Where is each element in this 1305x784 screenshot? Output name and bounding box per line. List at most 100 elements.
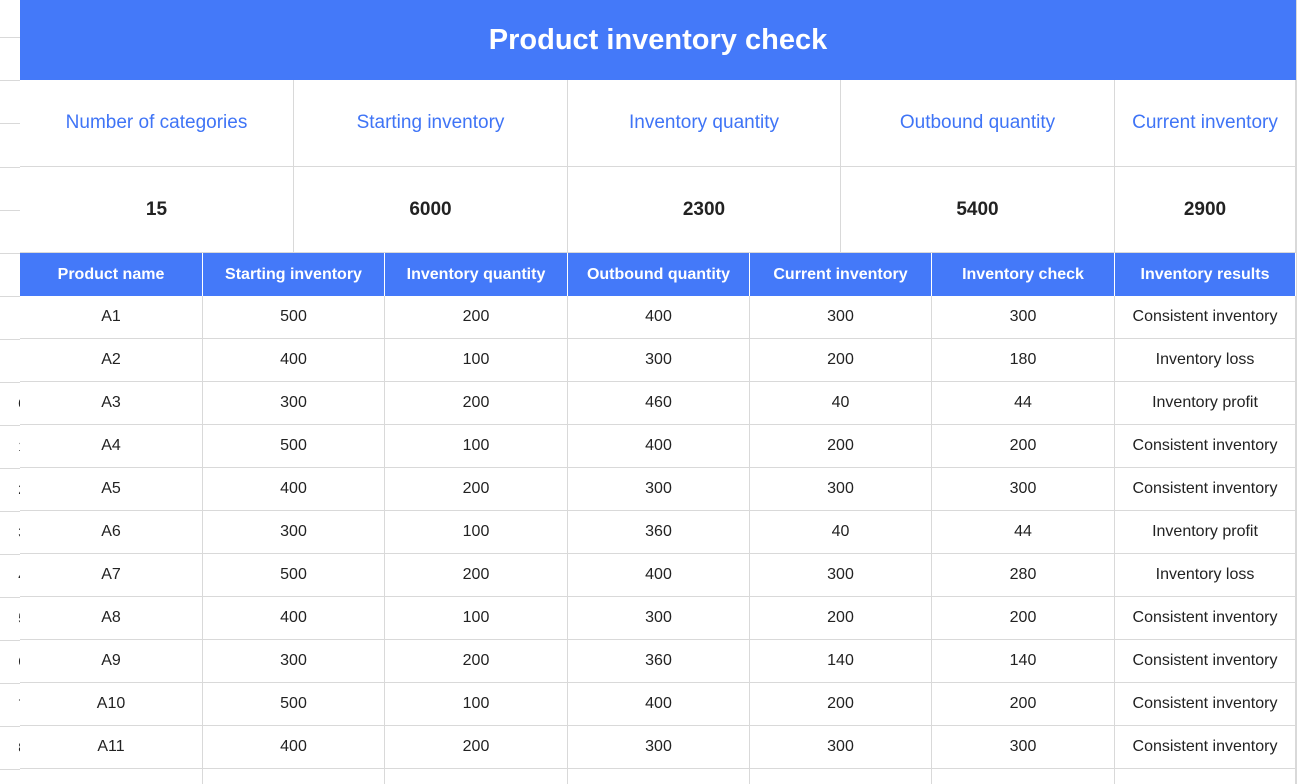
table-cell[interactable]: Inventory loss <box>1115 554 1296 597</box>
table-cell[interactable]: 200 <box>385 296 568 339</box>
table-cell[interactable]: 200 <box>750 339 932 382</box>
table-cell[interactable]: 300 <box>932 726 1115 769</box>
table-cell[interactable]: A10 <box>20 683 203 726</box>
table-cell[interactable]: 300 <box>568 726 750 769</box>
table-cell[interactable]: 200 <box>932 683 1115 726</box>
table-cell[interactable]: 100 <box>385 425 568 468</box>
table-cell[interactable]: A3 <box>20 382 203 425</box>
table-cell[interactable]: Inventory profit <box>1115 382 1296 425</box>
table-cell[interactable]: 360 <box>568 511 750 554</box>
table-cell[interactable]: 400 <box>568 683 750 726</box>
column-header[interactable]: Outbound quantity <box>568 253 750 296</box>
summary-label-cell[interactable]: Outbound quantity <box>841 80 1115 167</box>
table-cell[interactable]: 100 <box>385 683 568 726</box>
table-cell[interactable]: 200 <box>932 597 1115 640</box>
summary-label-cell[interactable]: Current inventory <box>1115 80 1296 167</box>
table-cell[interactable]: 180 <box>932 339 1115 382</box>
table-cell[interactable]: 200 <box>932 425 1115 468</box>
table-cell[interactable]: A5 <box>20 468 203 511</box>
table-cell[interactable]: 300 <box>203 511 385 554</box>
table-cell[interactable]: A7 <box>20 554 203 597</box>
column-header[interactable]: Current inventory <box>750 253 932 296</box>
table-cell[interactable]: 200 <box>385 640 568 683</box>
table-cell[interactable]: 200 <box>385 726 568 769</box>
table-cell[interactable]: Inventory loss <box>1115 339 1296 382</box>
table-cell[interactable]: 140 <box>932 640 1115 683</box>
table-cell[interactable]: 400 <box>203 597 385 640</box>
table-cell[interactable]: 400 <box>568 296 750 339</box>
table-cell[interactable] <box>1115 769 1296 784</box>
table-cell[interactable]: 100 <box>385 511 568 554</box>
table-cell[interactable]: 400 <box>203 726 385 769</box>
table-cell[interactable]: 100 <box>385 339 568 382</box>
table-cell[interactable]: 500 <box>203 554 385 597</box>
table-cell[interactable]: 200 <box>385 468 568 511</box>
table-cell[interactable]: 300 <box>750 726 932 769</box>
table-cell[interactable]: 300 <box>203 640 385 683</box>
table-cell[interactable]: 300 <box>568 339 750 382</box>
column-header[interactable]: Inventory results <box>1115 253 1296 296</box>
table-cell[interactable] <box>203 769 385 784</box>
table-cell[interactable]: Consistent inventory <box>1115 425 1296 468</box>
summary-value-cell[interactable]: 6000 <box>294 167 568 253</box>
table-cell[interactable]: 400 <box>568 425 750 468</box>
table-cell[interactable]: 300 <box>932 296 1115 339</box>
table-cell[interactable]: 44 <box>932 511 1115 554</box>
column-header[interactable]: Product name <box>20 253 203 296</box>
summary-value-cell[interactable]: 15 <box>20 167 294 253</box>
table-cell[interactable]: A8 <box>20 597 203 640</box>
table-cell[interactable]: 300 <box>750 554 932 597</box>
table-cell[interactable]: 360 <box>568 640 750 683</box>
summary-value-cell[interactable]: 2900 <box>1115 167 1296 253</box>
summary-label-cell[interactable]: Starting inventory <box>294 80 568 167</box>
table-cell[interactable]: 500 <box>203 296 385 339</box>
table-cell[interactable]: 200 <box>385 554 568 597</box>
column-header[interactable]: Inventory check <box>932 253 1115 296</box>
table-cell[interactable]: 300 <box>750 468 932 511</box>
table-cell[interactable]: 140 <box>750 640 932 683</box>
table-cell[interactable]: 300 <box>568 468 750 511</box>
table-cell[interactable] <box>568 769 750 784</box>
table-cell[interactable]: A4 <box>20 425 203 468</box>
table-cell[interactable]: 200 <box>750 683 932 726</box>
table-cell[interactable]: 400 <box>568 554 750 597</box>
column-header[interactable]: Starting inventory <box>203 253 385 296</box>
table-cell[interactable]: Consistent inventory <box>1115 597 1296 640</box>
table-cell[interactable] <box>20 769 203 784</box>
table-cell[interactable]: 300 <box>203 382 385 425</box>
table-cell[interactable]: A11 <box>20 726 203 769</box>
summary-value-cell[interactable]: 5400 <box>841 167 1115 253</box>
table-cell[interactable]: 200 <box>750 425 932 468</box>
summary-value-cell[interactable]: 2300 <box>568 167 841 253</box>
table-cell[interactable]: 200 <box>750 597 932 640</box>
table-cell[interactable]: 300 <box>750 296 932 339</box>
table-cell[interactable]: 40 <box>750 511 932 554</box>
table-cell[interactable]: 300 <box>568 597 750 640</box>
table-cell[interactable]: Consistent inventory <box>1115 296 1296 339</box>
table-cell[interactable]: 300 <box>932 468 1115 511</box>
table-cell[interactable]: 400 <box>203 339 385 382</box>
table-cell[interactable]: Consistent inventory <box>1115 640 1296 683</box>
table-cell[interactable] <box>385 769 568 784</box>
sheet-title[interactable]: Product inventory check <box>20 0 1296 80</box>
summary-label-cell[interactable]: Number of categories <box>20 80 294 167</box>
table-cell[interactable]: Consistent inventory <box>1115 726 1296 769</box>
table-cell[interactable]: 500 <box>203 425 385 468</box>
table-cell[interactable]: 500 <box>203 683 385 726</box>
table-cell[interactable]: Consistent inventory <box>1115 683 1296 726</box>
table-cell[interactable]: 460 <box>568 382 750 425</box>
table-cell[interactable]: 40 <box>750 382 932 425</box>
summary-label-cell[interactable]: Inventory quantity <box>568 80 841 167</box>
table-cell[interactable]: 44 <box>932 382 1115 425</box>
table-cell[interactable]: A6 <box>20 511 203 554</box>
table-cell[interactable]: Inventory profit <box>1115 511 1296 554</box>
table-cell[interactable]: 100 <box>385 597 568 640</box>
table-cell[interactable]: 280 <box>932 554 1115 597</box>
table-cell[interactable] <box>932 769 1115 784</box>
table-cell[interactable]: A1 <box>20 296 203 339</box>
table-cell[interactable]: Consistent inventory <box>1115 468 1296 511</box>
table-cell[interactable]: A9 <box>20 640 203 683</box>
table-cell[interactable]: A2 <box>20 339 203 382</box>
column-header[interactable]: Inventory quantity <box>385 253 568 296</box>
table-cell[interactable]: 400 <box>203 468 385 511</box>
